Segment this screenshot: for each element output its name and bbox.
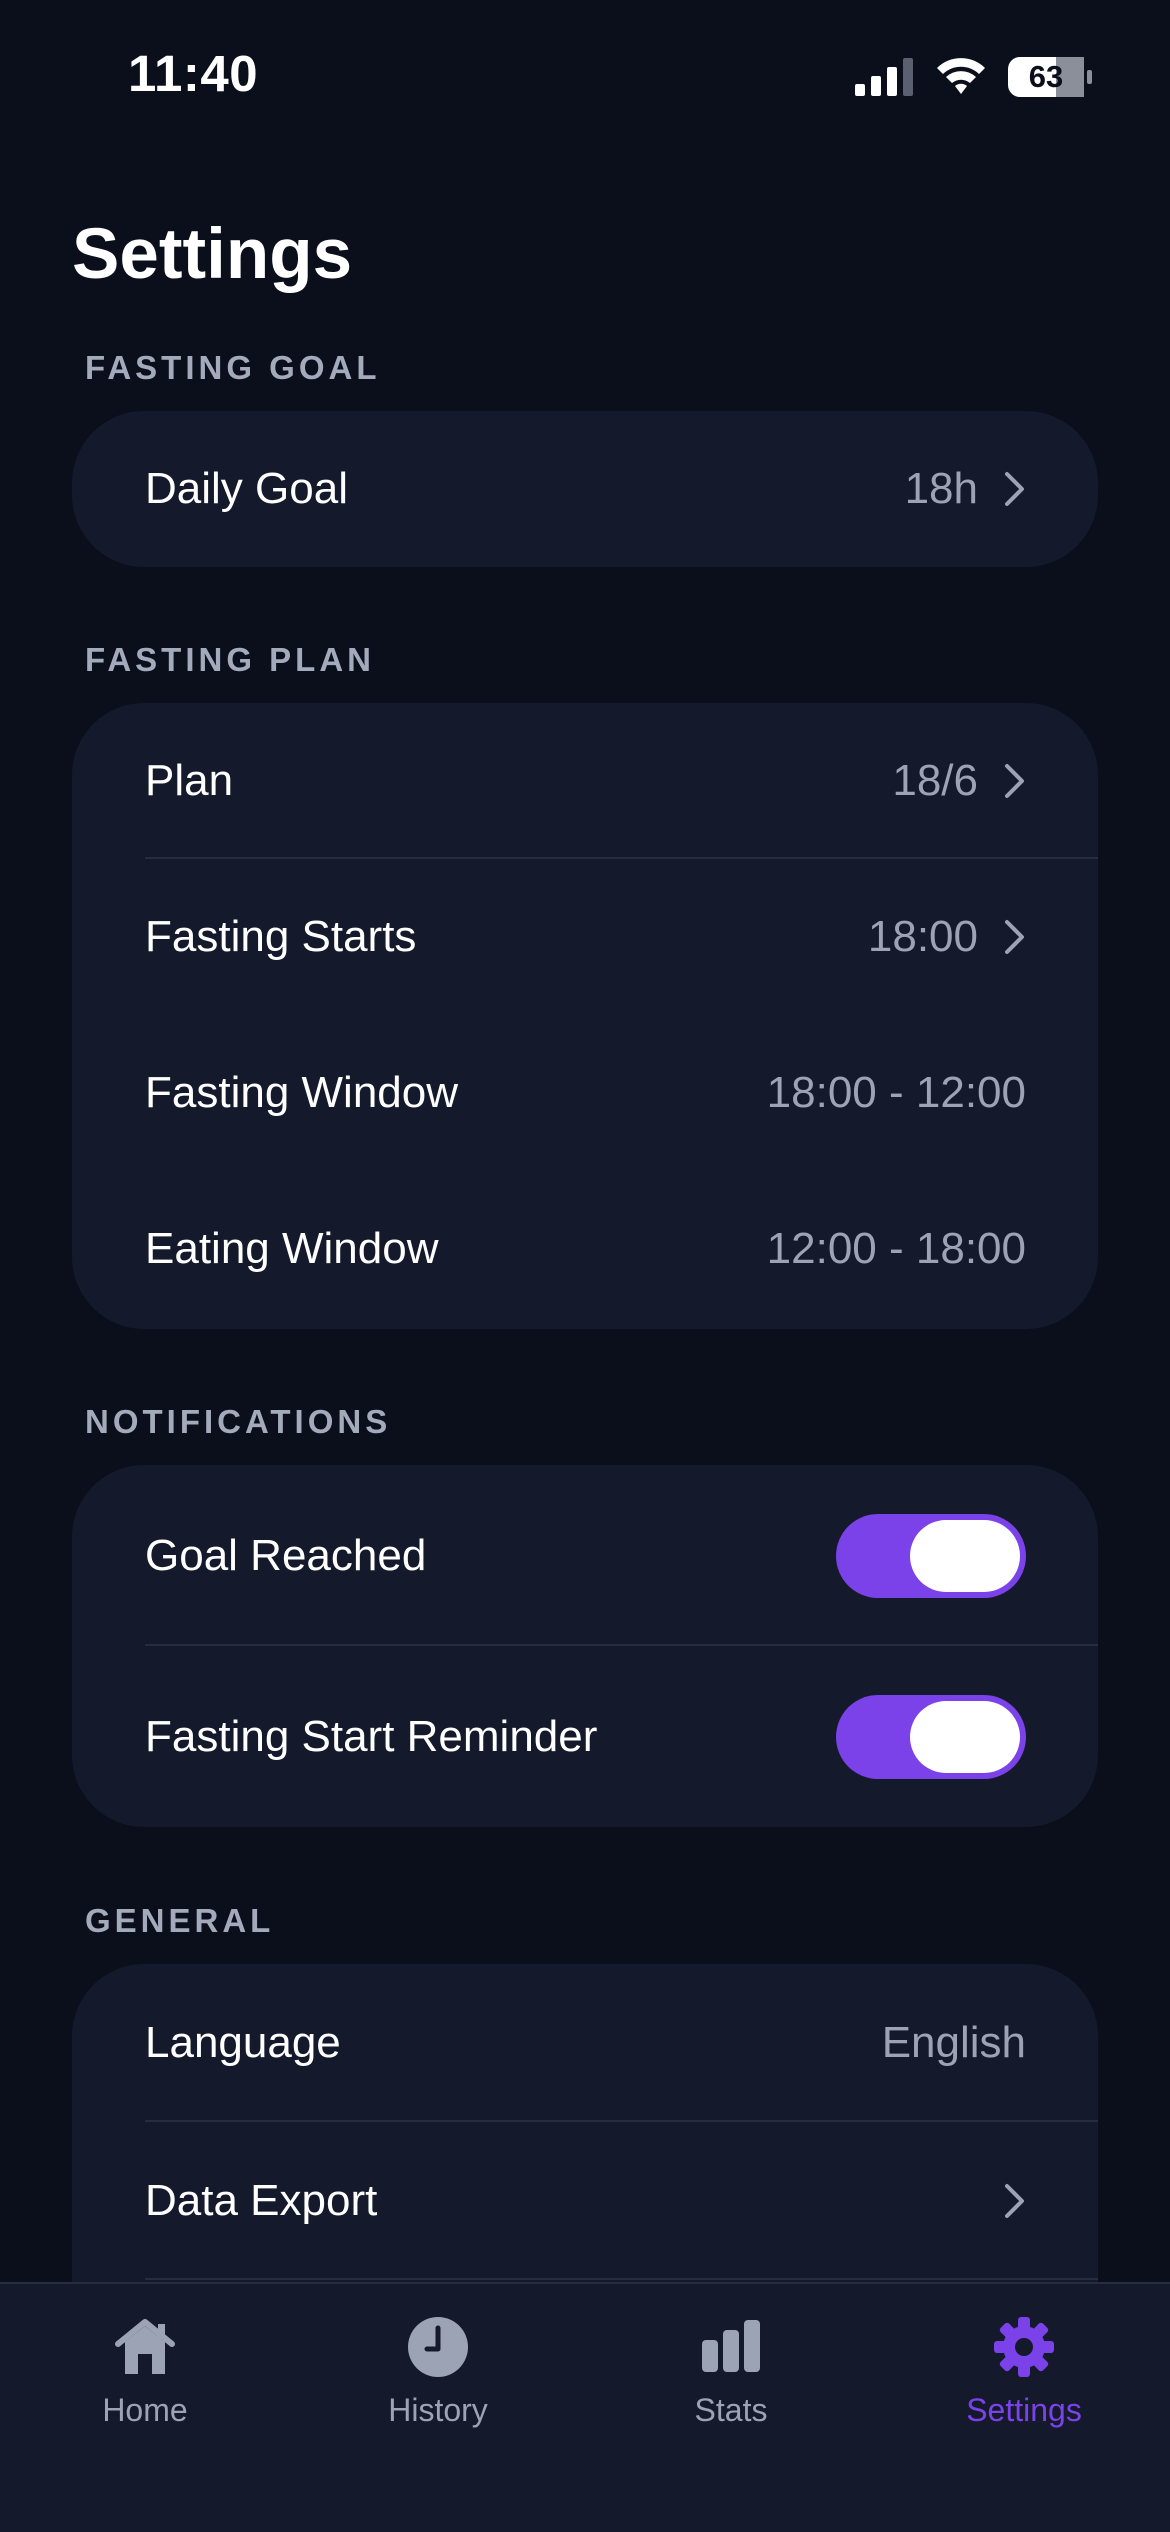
tab-label: Stats (694, 2392, 768, 2428)
row-label: Fasting Starts (145, 912, 417, 961)
data-export-row[interactable]: Data Export (72, 2122, 1098, 2280)
bar-chart-icon (702, 2320, 760, 2372)
plan-row[interactable]: Plan 18/6 (72, 703, 1098, 859)
cellular-signal-icon (855, 58, 913, 96)
divider (145, 2278, 1098, 2280)
gear-icon (994, 2317, 1054, 2377)
fasting-starts-row[interactable]: Fasting Starts 18:00 (72, 859, 1098, 1015)
row-value: English (881, 2018, 1026, 2067)
row-label: Fasting Start Reminder (145, 1711, 598, 1761)
tab-stats[interactable]: Stats (611, 2284, 851, 2464)
row-label: Daily Goal (145, 464, 348, 513)
clock-icon (408, 2317, 468, 2377)
eating-window-row: Eating Window 12:00 - 18:00 (72, 1171, 1098, 1327)
row-label: Plan (145, 756, 234, 805)
section-header-fasting-goal: FASTING GOAL (85, 349, 381, 386)
row-label: Language (145, 2018, 341, 2067)
row-value: 18:00 - 12:00 (766, 1068, 1026, 1117)
fasting-window-row: Fasting Window 18:00 - 12:00 (72, 1015, 1098, 1171)
daily-goal-row[interactable]: Daily Goal 18h (72, 411, 1098, 567)
language-row[interactable]: Language English (72, 1964, 1098, 2122)
row-label: Eating Window (145, 1224, 439, 1273)
wifi-icon (937, 58, 985, 94)
tab-home[interactable]: Home (25, 2284, 265, 2464)
row-value: 18/6 (892, 756, 978, 805)
row-value: 18:00 (867, 912, 978, 961)
row-label: Goal Reached (145, 1530, 427, 1580)
goal-reached-toggle[interactable] (836, 1513, 1026, 1598)
fasting-goal-card: Daily Goal 18h (72, 411, 1098, 567)
tab-label: Home (102, 2392, 188, 2428)
section-header-notifications: NOTIFICATIONS (85, 1403, 392, 1440)
section-header-general: GENERAL (85, 1902, 275, 1939)
fasting-start-reminder-toggle[interactable] (836, 1694, 1026, 1779)
tab-settings[interactable]: Settings (904, 2284, 1144, 2464)
row-value: 18h (904, 464, 978, 513)
status-time: 11:40 (128, 45, 259, 102)
chevron-right-icon (1005, 920, 1024, 954)
tab-bar: Home History Stats Settings (0, 2282, 1170, 2532)
battery-level: 63 (1028, 59, 1064, 94)
home-icon (115, 2319, 175, 2374)
tab-label: Settings (966, 2392, 1082, 2428)
section-header-fasting-plan: FASTING PLAN (85, 641, 376, 678)
row-value: 12:00 - 18:00 (766, 1224, 1026, 1273)
chevron-right-icon (1005, 2184, 1024, 2218)
page-title: Settings (72, 215, 353, 294)
fasting-plan-card: Plan 18/6 Fasting Starts 18:00 Fasting W… (72, 703, 1098, 1329)
tab-label: History (388, 2392, 488, 2428)
toggle-knob (910, 1700, 1020, 1773)
toggle-knob (910, 1519, 1020, 1592)
fasting-start-reminder-row: Fasting Start Reminder (72, 1646, 1098, 1827)
chevron-right-icon (1005, 764, 1024, 798)
row-label: Fasting Window (145, 1068, 459, 1117)
goal-reached-row: Goal Reached (72, 1465, 1098, 1646)
status-bar: 11:40 63 (0, 0, 1170, 150)
row-label: Data Export (145, 2176, 378, 2225)
chevron-right-icon (1005, 472, 1024, 506)
notifications-card: Goal Reached Fasting Start Reminder (72, 1465, 1098, 1827)
tab-history[interactable]: History (318, 2284, 558, 2464)
settings-screen: 11:40 63 Settings FASTING GOAL Daily Goa… (0, 0, 1170, 2532)
